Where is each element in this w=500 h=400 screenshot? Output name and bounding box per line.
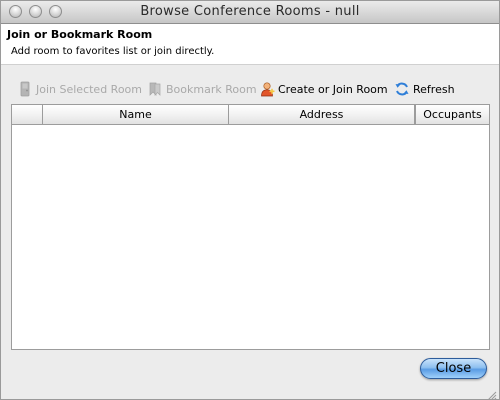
toolbar: Join Selected Room Bookmark Room Create … <box>1 79 499 101</box>
create-or-join-room-button[interactable]: Create or Join Room <box>259 79 388 99</box>
resize-grip-icon[interactable] <box>486 386 497 399</box>
refresh-button[interactable]: Refresh <box>394 79 455 99</box>
close-button[interactable]: Close <box>420 358 487 379</box>
create-or-join-room-label: Create or Join Room <box>278 82 388 96</box>
header-title: Join or Bookmark Room <box>7 28 153 41</box>
browse-rooms-window: Browse Conference Rooms - null Join or B… <box>0 0 500 400</box>
refresh-label: Refresh <box>413 82 455 96</box>
refresh-icon <box>394 81 410 97</box>
column-header-address[interactable]: Address <box>229 105 415 124</box>
title-bar[interactable]: Browse Conference Rooms - null <box>1 1 499 24</box>
column-header-name[interactable]: Name <box>43 105 229 124</box>
column-header-occupants[interactable]: Occupants <box>415 105 489 124</box>
window-title: Browse Conference Rooms - null <box>140 4 360 19</box>
bookmark-room-label: Bookmark Room <box>166 82 257 96</box>
bookmark-icon <box>147 81 163 97</box>
door-icon <box>17 81 33 97</box>
join-selected-room-button[interactable]: Join Selected Room <box>17 79 142 99</box>
table-header: Name Address Occupants <box>12 105 489 125</box>
rooms-table[interactable]: Name Address Occupants <box>11 104 490 350</box>
user-add-icon <box>259 81 275 97</box>
table-body[interactable] <box>12 125 489 349</box>
join-selected-room-label: Join Selected Room <box>36 82 143 96</box>
column-header-icon[interactable] <box>12 105 43 124</box>
header-description: Add room to favorites list or join direc… <box>11 46 215 57</box>
bookmark-room-button[interactable]: Bookmark Room <box>147 79 257 99</box>
header-panel: Join or Bookmark Room Add room to favori… <box>1 24 499 65</box>
